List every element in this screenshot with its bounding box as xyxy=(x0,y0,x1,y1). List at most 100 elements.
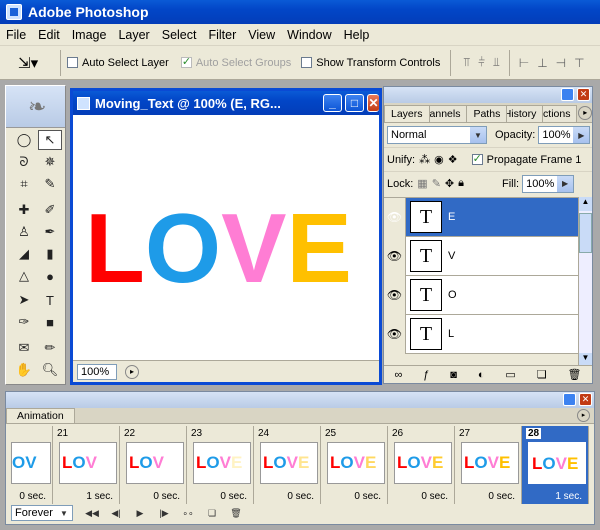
type-tool-icon[interactable]: T xyxy=(38,290,62,310)
slice-tool-icon[interactable]: ✎ xyxy=(38,174,62,194)
move-tool-icon[interactable]: ↖ xyxy=(38,130,62,150)
hand-tool-icon[interactable]: ✋ xyxy=(12,360,36,380)
align-bottom-icon[interactable]: ⫫ xyxy=(493,55,500,70)
new-layer-icon[interactable]: ❏ xyxy=(537,368,547,381)
align-left-icon[interactable]: ⊢ xyxy=(519,56,529,70)
anim-minimize-icon[interactable] xyxy=(563,393,576,406)
lock-paint-icon[interactable]: ✎ xyxy=(432,177,441,190)
frame-delay[interactable]: 0 sec. xyxy=(354,491,381,502)
crop-tool-icon[interactable]: ⌗ xyxy=(12,174,36,194)
panel-close-icon[interactable]: ✕ xyxy=(577,88,590,101)
unify-style-icon[interactable]: ❖ xyxy=(448,153,458,166)
align-top-icon[interactable]: ⫪ xyxy=(463,55,470,70)
clone-stamp-icon[interactable]: ♙ xyxy=(12,222,36,242)
layer-row-o[interactable]: 👁︎ T O xyxy=(384,275,578,315)
marquee-tool-icon[interactable]: ◯ xyxy=(12,130,36,150)
next-frame-icon[interactable]: |▶ xyxy=(155,506,173,520)
zoom-level-field[interactable]: 100% xyxy=(77,363,117,380)
layer-row-e[interactable]: 👁︎ T E xyxy=(384,198,578,237)
delete-layer-icon[interactable]: 🗑︎ xyxy=(568,368,582,381)
pen-tool-icon[interactable]: ✑ xyxy=(12,312,36,332)
notes-tool-icon[interactable]: ✉ xyxy=(12,338,36,358)
link-layers-icon[interactable]: ∞ xyxy=(394,369,402,381)
maximize-icon[interactable]: □ xyxy=(345,94,364,112)
auto-select-layer-box[interactable] xyxy=(67,57,78,68)
eraser-tool-icon[interactable]: ◢ xyxy=(12,244,36,264)
document-canvas[interactable]: LOVE xyxy=(73,115,379,355)
zoom-tool-icon[interactable]: 🔍︎ xyxy=(38,360,62,380)
animation-frame[interactable]: 24 LOVE 0 sec. xyxy=(254,426,321,504)
eye-icon[interactable]: 👁︎ xyxy=(384,314,406,354)
menu-layer[interactable]: Layer xyxy=(112,28,155,42)
eye-icon[interactable]: 👁︎ xyxy=(384,198,406,237)
close-icon[interactable]: ✕ xyxy=(367,94,379,112)
distribute-icon[interactable]: ⊤ xyxy=(574,56,584,70)
animation-frame[interactable]: 23 LOVE 0 sec. xyxy=(187,426,254,504)
menu-window[interactable]: Window xyxy=(281,28,337,42)
menu-select[interactable]: Select xyxy=(156,28,203,42)
healing-brush-icon[interactable]: ✚ xyxy=(12,200,36,220)
animation-frame[interactable]: 21 LOV 1 sec. xyxy=(53,426,120,504)
tab-channels[interactable]: Channels xyxy=(428,105,468,122)
animation-frame[interactable]: OV 0 sec. xyxy=(9,426,53,504)
scroll-up-icon[interactable]: ▲ xyxy=(579,197,592,211)
animation-frame[interactable]: 26 LOVE 0 sec. xyxy=(388,426,455,504)
tween-icon[interactable]: ∘∘ xyxy=(179,506,197,520)
panel-menu-icon[interactable]: ▸ xyxy=(578,105,592,120)
panel-minimize-icon[interactable] xyxy=(561,88,574,101)
frame-delay[interactable]: 0 sec. xyxy=(19,491,46,502)
magic-wand-icon[interactable]: ✵ xyxy=(38,152,62,172)
eyedropper-icon[interactable]: ✏ xyxy=(38,338,62,358)
layer-style-icon[interactable]: ƒ xyxy=(423,369,429,381)
unify-position-icon[interactable]: ⁂ xyxy=(419,153,430,166)
blend-mode-select[interactable]: Normal ▼ xyxy=(387,126,487,144)
unify-visibility-icon[interactable]: ◉ xyxy=(434,153,444,166)
frame-delay[interactable]: 0 sec. xyxy=(421,491,448,502)
status-arrow-icon[interactable]: ▸ xyxy=(125,364,139,379)
tab-history[interactable]: History xyxy=(506,105,544,122)
shape-tool-icon[interactable]: ■ xyxy=(38,312,62,332)
layer-row-l[interactable]: 👁︎ T L xyxy=(384,314,578,354)
fill-field[interactable]: 100% ▶ xyxy=(522,174,575,193)
show-transform-checkbox[interactable]: Show Transform Controls xyxy=(301,57,440,69)
opacity-field[interactable]: 100% ▶ xyxy=(538,126,591,144)
prev-frame-icon[interactable]: ◀| xyxy=(107,506,125,520)
frame-delay[interactable]: 0 sec. xyxy=(287,491,314,502)
eye-icon[interactable]: 👁︎ xyxy=(384,236,406,276)
frame-delay[interactable]: 0 sec. xyxy=(488,491,515,502)
align-hcenter-icon[interactable]: ⊥ xyxy=(537,56,547,70)
frame-delay[interactable]: 0 sec. xyxy=(153,491,180,502)
animation-frame[interactable]: 22 LOV 0 sec. xyxy=(120,426,187,504)
delete-frame-icon[interactable]: 🗑︎ xyxy=(227,506,245,520)
align-vcenter-icon[interactable]: ⫩ xyxy=(478,55,485,70)
menu-view[interactable]: View xyxy=(242,28,281,42)
menu-edit[interactable]: Edit xyxy=(32,28,66,42)
auto-select-layer-checkbox[interactable]: Auto Select Layer xyxy=(67,57,169,69)
tab-paths[interactable]: Paths xyxy=(466,105,508,122)
layer-mask-icon[interactable]: ◙ xyxy=(450,369,457,381)
menu-image[interactable]: Image xyxy=(66,28,113,42)
move-tool-preset-icon[interactable]: ⇲▾ xyxy=(18,54,54,72)
anim-menu-icon[interactable]: ▸ xyxy=(577,409,590,422)
layer-row-v[interactable]: 👁︎ T V xyxy=(384,236,578,276)
eye-icon[interactable]: 👁︎ xyxy=(384,275,406,315)
layers-scrollbar[interactable]: ▲ ▼ xyxy=(578,197,592,367)
align-right-icon[interactable]: ⊣ xyxy=(556,56,566,70)
anim-close-icon[interactable]: ✕ xyxy=(579,393,592,406)
tab-layers[interactable]: Layers xyxy=(384,105,430,122)
animation-frame[interactable]: 27 LOVE 0 sec. xyxy=(455,426,522,504)
menu-help[interactable]: Help xyxy=(338,28,376,42)
animation-frame-current[interactable]: 28 LOVE 1 sec. xyxy=(522,426,589,504)
menu-filter[interactable]: Filter xyxy=(202,28,242,42)
tab-animation[interactable]: Animation xyxy=(6,408,75,423)
show-transform-box[interactable] xyxy=(301,57,313,68)
duplicate-frame-icon[interactable]: ❏ xyxy=(203,506,221,520)
lock-move-icon[interactable]: ✥ xyxy=(445,177,454,190)
first-frame-icon[interactable]: ◀◀ xyxy=(83,506,101,520)
lock-all-icon[interactable]: 🔒︎ xyxy=(458,177,464,190)
menu-file[interactable]: File xyxy=(0,28,32,42)
minimize-icon[interactable]: _ xyxy=(323,94,342,112)
play-icon[interactable]: ▶ xyxy=(131,506,149,520)
gradient-tool-icon[interactable]: ▮ xyxy=(38,244,62,264)
dodge-tool-icon[interactable]: ● xyxy=(38,266,62,286)
